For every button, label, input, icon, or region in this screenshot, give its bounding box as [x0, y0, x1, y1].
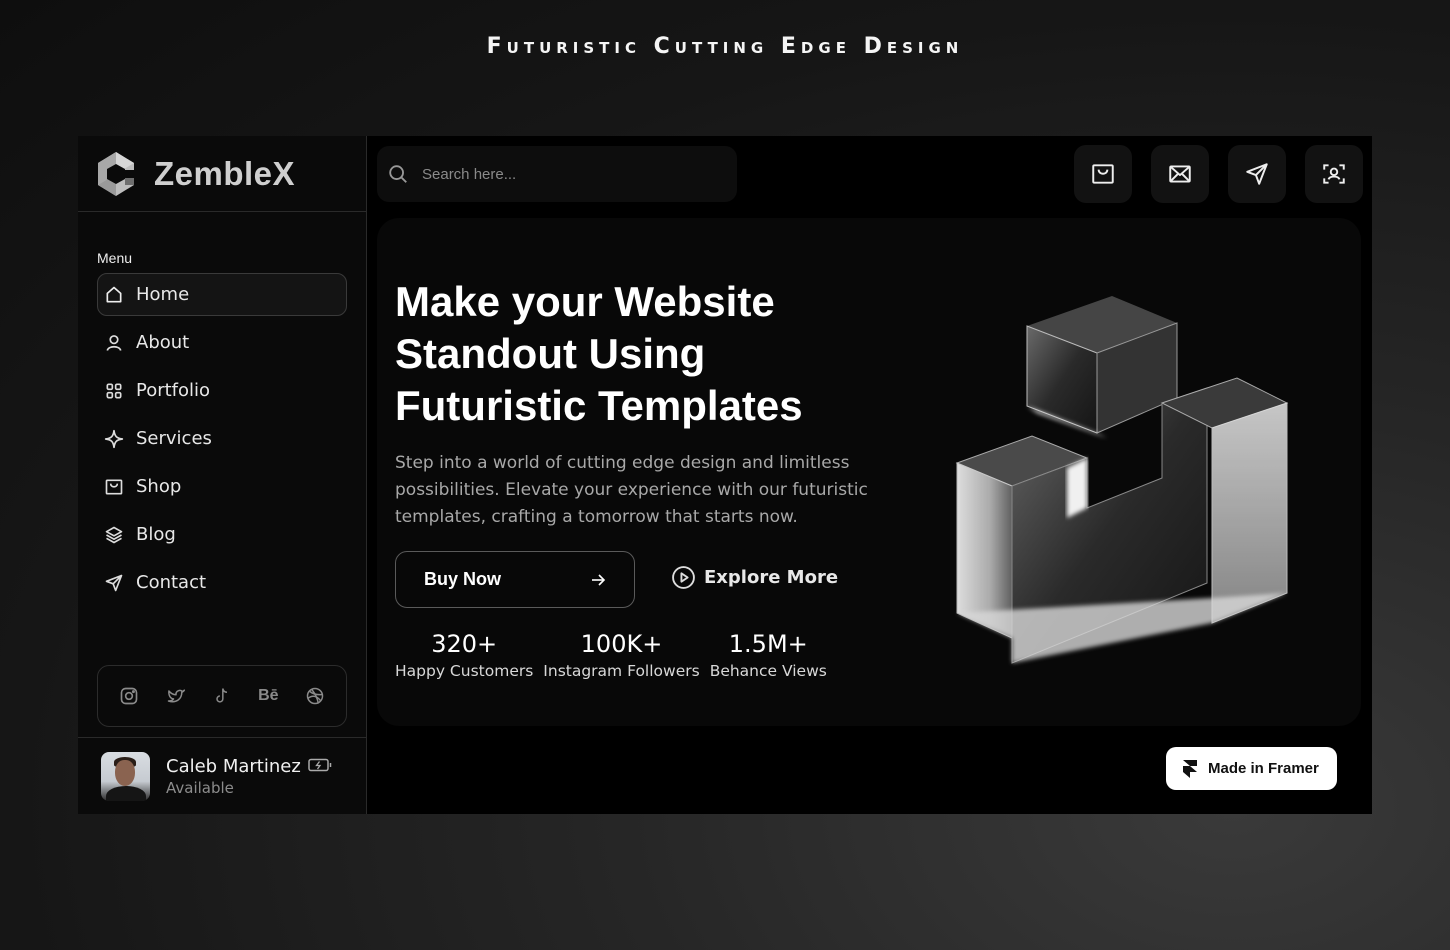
- badge-label: Made in Framer: [1208, 760, 1319, 777]
- sparkle-icon: [104, 429, 124, 448]
- grid-icon: [106, 383, 122, 398]
- search-icon: [389, 165, 407, 183]
- buy-now-label: Buy Now: [424, 569, 502, 589]
- hero-title: Make your Website Standout Using Futuris…: [395, 278, 803, 429]
- sidebar-item-services[interactable]: Services: [97, 417, 347, 460]
- stat-value: 1.5M+: [728, 630, 808, 658]
- stat-item: 320+ Happy Customers: [395, 628, 533, 680]
- send-icon: [1246, 163, 1268, 185]
- profile-name: Caleb Martinez: [166, 755, 301, 777]
- sidebar-item-home[interactable]: Home: [97, 273, 347, 316]
- made-in-framer-badge[interactable]: Made in Framer: [1166, 747, 1337, 790]
- tiktok-icon[interactable]: [211, 685, 233, 707]
- stat-item: 1.5M+ Behance Views: [710, 628, 827, 680]
- explore-more-link[interactable]: Explore More: [671, 565, 838, 590]
- stat-item: 100K+ Instagram Followers: [543, 628, 699, 680]
- explore-more-label: Explore More: [704, 567, 839, 588]
- instagram-icon[interactable]: [118, 685, 140, 707]
- app-window: ZembleX Menu Home About Portfolio Servic…: [78, 136, 1372, 814]
- sidebar-item-label: Services: [136, 428, 212, 449]
- shopping-bag-icon: [105, 479, 123, 494]
- glass-3d-shape-illustration: [955, 296, 1289, 664]
- search-input[interactable]: [422, 165, 702, 183]
- stat-value: 320+: [431, 630, 498, 658]
- battery-charging-icon: [308, 758, 332, 772]
- social-links: Bē: [97, 665, 347, 727]
- sidebar-item-contact[interactable]: Contact: [97, 561, 347, 604]
- behance-icon[interactable]: Bē: [257, 685, 279, 707]
- sidebar-item-label: Shop: [136, 476, 182, 497]
- layers-icon: [105, 526, 123, 543]
- sidebar-item-label: Blog: [136, 524, 176, 545]
- user-scan-icon: [1323, 164, 1345, 184]
- sidebar-item-label: About: [136, 332, 190, 353]
- twitter-icon[interactable]: [165, 685, 187, 707]
- sidebar: ZembleX Menu Home About Portfolio Servic…: [78, 136, 367, 814]
- profile-status: Available: [166, 778, 234, 797]
- sidebar-item-portfolio[interactable]: Portfolio: [97, 369, 347, 412]
- profile-scan-button[interactable]: [1305, 145, 1363, 203]
- home-icon: [106, 286, 122, 302]
- play-circle-icon: [672, 566, 695, 589]
- brand-name: ZembleX: [154, 154, 296, 192]
- sidebar-item-label: Portfolio: [136, 380, 211, 401]
- hero-subtitle: Step into a world of cutting edge design…: [395, 453, 868, 527]
- sidebar-item-about[interactable]: About: [97, 321, 347, 364]
- hero-card: Make your Website Standout Using Futuris…: [377, 218, 1361, 726]
- shop-button[interactable]: [1074, 145, 1132, 203]
- arrow-right-icon: [592, 574, 606, 586]
- mail-button[interactable]: [1151, 145, 1209, 203]
- sidebar-item-blog[interactable]: Blog: [97, 513, 347, 556]
- dribbble-icon[interactable]: [304, 685, 326, 707]
- framer-logo-icon: [1183, 759, 1197, 778]
- send-button[interactable]: [1228, 145, 1286, 203]
- main-content: Make your Website Standout Using Futuris…: [367, 136, 1372, 814]
- hexagon-c-logo-icon: [98, 151, 135, 196]
- search-bar[interactable]: [377, 146, 737, 202]
- stat-value: 100K+: [580, 630, 663, 658]
- send-icon: [105, 574, 123, 591]
- stat-label: Happy Customers: [395, 662, 534, 680]
- shopping-bag-icon: [1092, 164, 1114, 184]
- page-heading: Futuristic Cutting Edge Design: [486, 34, 964, 59]
- mail-icon: [1169, 165, 1191, 183]
- stat-label: Behance Views: [709, 662, 827, 680]
- user-profile[interactable]: Caleb Martinez Available: [78, 737, 366, 814]
- sidebar-nav: Home About Portfolio Services Shop Blog: [97, 273, 347, 609]
- stats: 320+ Happy Customers 100K+ Instagram Fol…: [395, 628, 837, 680]
- sidebar-item-label: Home: [136, 284, 190, 305]
- menu-label: Menu: [97, 250, 133, 266]
- buy-now-button[interactable]: Buy Now: [395, 551, 635, 608]
- brand[interactable]: ZembleX: [78, 136, 366, 212]
- sidebar-item-label: Contact: [136, 572, 207, 593]
- sidebar-item-shop[interactable]: Shop: [97, 465, 347, 508]
- stat-label: Instagram Followers: [543, 662, 700, 680]
- user-icon: [106, 334, 122, 351]
- avatar: [101, 751, 150, 801]
